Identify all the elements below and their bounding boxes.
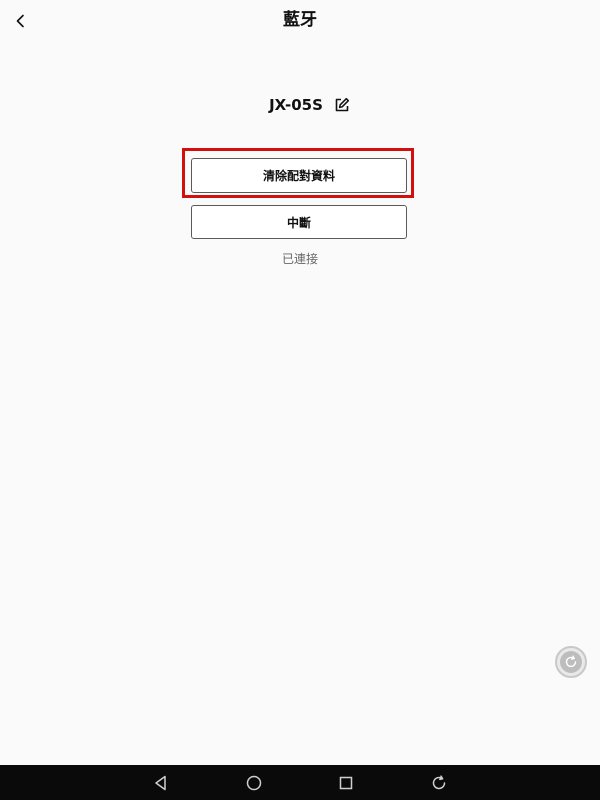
edit-icon: [335, 97, 349, 112]
connection-status: 已連接: [281, 252, 318, 266]
nav-recents-button[interactable]: [334, 771, 358, 795]
disconnect-button[interactable]: 中斷: [191, 205, 407, 239]
chevron-left-icon: [16, 14, 24, 28]
system-navigation-bar: [0, 765, 600, 800]
device-name: JX-05S: [269, 96, 323, 114]
edit-name-button[interactable]: [333, 96, 351, 114]
refresh-button-inner: [560, 651, 582, 673]
nav-home-icon: [246, 775, 262, 791]
refresh-button[interactable]: [555, 646, 587, 678]
clear-pairing-button[interactable]: 清除配對資料: [191, 158, 407, 193]
refresh-icon: [565, 655, 577, 668]
nav-back-icon: [155, 775, 166, 791]
bluetooth-screen: 藍牙 JX-05S 清除配對資料 中斷 已連接: [0, 0, 600, 765]
back-button[interactable]: [8, 8, 34, 34]
nav-rotate-button[interactable]: [427, 771, 451, 795]
nav-back-button[interactable]: [149, 771, 173, 795]
nav-home-button[interactable]: [242, 771, 266, 795]
rotate-icon: [432, 775, 446, 790]
page-title: 藍牙: [283, 10, 317, 30]
device-info: JX-05S: [0, 94, 600, 116]
header: 藍牙: [0, 0, 600, 42]
nav-recents-icon: [339, 776, 353, 790]
